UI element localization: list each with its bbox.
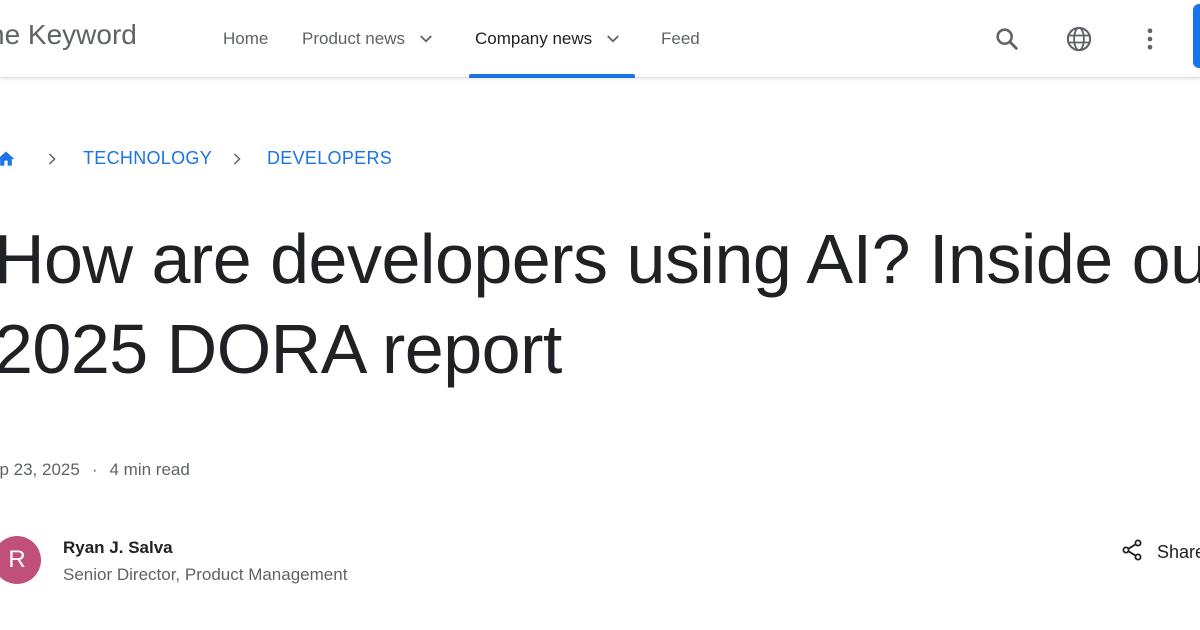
meta-separator: · [91, 460, 98, 479]
nav-feed-label: Feed [661, 29, 700, 48]
share-icon [1120, 538, 1144, 567]
share-label: Share [1157, 541, 1200, 562]
avatar: R [0, 536, 41, 584]
nav-feed[interactable]: Feed [661, 0, 700, 78]
search-icon[interactable] [991, 23, 1023, 55]
nav-home[interactable]: Home [223, 0, 268, 78]
nav-company-news-label: Company news [475, 29, 593, 48]
header-cta-button[interactable] [1193, 4, 1200, 68]
breadcrumb-technology[interactable]: TECHNOLOGY [83, 148, 212, 169]
read-time: 4 min read [109, 460, 190, 479]
breadcrumb-developers[interactable]: DEVELOPERS [267, 148, 392, 169]
chevron-down-icon [604, 30, 622, 48]
publish-date: ep 23, 2025 [0, 460, 80, 479]
nav-product-news[interactable]: Product news [302, 0, 435, 78]
more-vert-icon[interactable] [1134, 23, 1166, 55]
nav-company-news[interactable]: Company news [475, 0, 622, 78]
site-logo[interactable]: he Keyword [0, 19, 137, 51]
article-meta: ep 23, 2025 · 4 min read [0, 460, 190, 480]
article-title: How are developers using AI? Inside our … [0, 220, 1200, 388]
active-tab-indicator [469, 74, 635, 78]
share-button[interactable]: Share [1120, 538, 1200, 566]
chevron-down-icon [417, 30, 435, 48]
author-role: Senior Director, Product Management [63, 565, 348, 584]
avatar-initial: R [8, 546, 26, 573]
breadcrumb: TECHNOLOGY DEVELOPERS [0, 147, 500, 171]
top-header: he Keyword Home Product news Company new… [0, 0, 1200, 78]
nav-product-news-label: Product news [302, 29, 405, 48]
author-name[interactable]: Ryan J. Salva [63, 538, 173, 558]
nav-home-label: Home [223, 29, 269, 48]
globe-icon[interactable] [1063, 23, 1095, 55]
home-icon[interactable] [0, 149, 16, 169]
chevron-right-icon [227, 149, 247, 169]
chevron-right-icon [42, 149, 62, 169]
